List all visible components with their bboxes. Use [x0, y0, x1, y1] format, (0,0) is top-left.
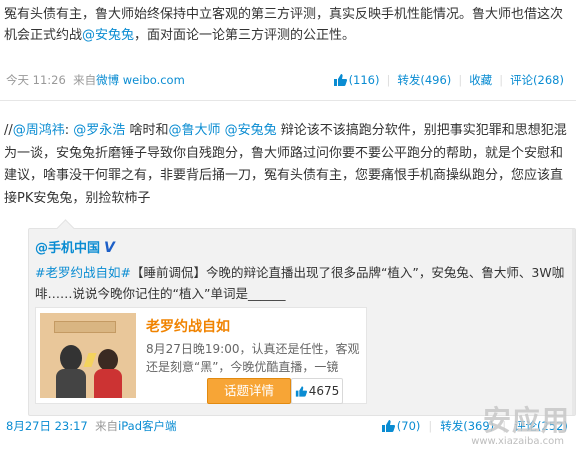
original-author[interactable]: @手机中国 V — [35, 237, 115, 256]
mention-link[interactable]: @安兔兔 — [82, 28, 134, 43]
thumbs-up-icon — [295, 386, 307, 397]
topic-description: 8月27日晚19:00，认真还是任性，客观还是刻意“黑”，今晚优酷直播，一镜 — [146, 342, 360, 374]
post-meta: 今天 11:26 来自微博 weibo.com (116) | 转发(496) … — [6, 72, 568, 90]
card-caret — [56, 219, 75, 238]
verified-badge-icon: V — [104, 240, 115, 256]
topic-like-button[interactable]: 4675 — [291, 378, 343, 404]
mention-link[interactable]: @罗永浩 — [73, 123, 125, 138]
divider: | — [458, 73, 463, 87]
watermark-url: www.xiazaiba.com — [471, 436, 564, 447]
source-prefix: 来自 — [95, 419, 119, 433]
thumbs-up-icon — [333, 74, 347, 86]
author-name[interactable]: @手机中国 — [35, 241, 100, 256]
like-button[interactable]: (70) — [381, 419, 421, 433]
mention-link[interactable]: @鲁大师 — [168, 123, 220, 138]
weibo-post-main: 冤有头债有主，鲁大师始终保持中立客观的第三方评测，真实反映手机性能情况。鲁大师也… — [4, 4, 570, 46]
divider: | — [428, 419, 433, 433]
source-link[interactable]: 微博 weibo.com — [96, 73, 185, 87]
original-post-actions: (70) | 转发(369) | 评论(252) — [381, 418, 568, 434]
post-actions: (116) | 转发(496) | 收藏 | 评论(268) — [333, 72, 564, 88]
source-prefix: 来自 — [73, 73, 97, 87]
poster-figure-left — [60, 345, 82, 371]
poster-figure-right-body — [94, 369, 122, 398]
like-count: (116) — [348, 73, 380, 87]
topic-poster-image[interactable] — [40, 313, 136, 398]
post-text-part: ，面对面论一论第三方评测的公正性。 — [134, 28, 356, 43]
original-post-card: @手机中国 V #老罗约战自如#【睡前调侃】今晚的辩论直播出现了很多品牌“植入”，… — [28, 219, 576, 416]
original-post-time[interactable]: 8月27日 23:17 — [6, 419, 88, 433]
repost-text: //@周鸿祎: @罗永浩 啥时和@鲁大师 @安兔兔 辩论该不该搞跑分软件，别把事… — [4, 120, 570, 210]
poster-figure-left-body — [56, 369, 86, 398]
divider: | — [386, 73, 391, 87]
repost-button[interactable]: 转发(369) — [440, 418, 494, 434]
repost-button[interactable]: 转发(496) — [397, 72, 451, 88]
topic-title[interactable]: 老罗约战自如 — [146, 316, 230, 336]
lightning-icon — [83, 353, 97, 367]
comment-button[interactable]: 评论(252) — [514, 418, 568, 434]
like-button[interactable]: (116) — [333, 73, 380, 87]
original-text: #老罗约战自如#【睡前调侃】今晚的辩论直播出现了很多品牌“植入”，安兔兔、鲁大师… — [35, 262, 570, 304]
source-link[interactable]: iPad客户端 — [118, 419, 176, 433]
repost-text-segment: // — [4, 123, 13, 138]
divider: | — [499, 73, 504, 87]
thumbs-up-icon — [381, 420, 395, 432]
post-divider — [0, 100, 576, 101]
mention-link[interactable]: @安兔兔 — [225, 123, 277, 138]
like-count: (70) — [396, 419, 421, 433]
favorite-button[interactable]: 收藏 — [469, 72, 492, 88]
poster-figure-right — [98, 349, 118, 371]
comment-button[interactable]: 评论(268) — [510, 72, 564, 88]
post-text: 冤有头债有主，鲁大师始终保持中立客观的第三方评测，真实反映手机性能情况。鲁大师也… — [4, 4, 570, 46]
poster-banner — [54, 321, 116, 333]
repost-text-segment: 啥时和 — [125, 123, 169, 138]
card-edge — [572, 229, 575, 415]
hashtag-link[interactable]: #老罗约战自如# — [35, 265, 131, 280]
divider: | — [502, 419, 507, 433]
topic-detail-button[interactable]: 话题详情 — [207, 378, 291, 404]
topic-like-count: 4675 — [308, 384, 340, 398]
original-post-meta: 8月27日 23:17 来自iPad客户端 (70) | 转发(369) | 评… — [6, 418, 572, 436]
post-time[interactable]: 今天 11:26 — [6, 73, 66, 87]
mention-link[interactable]: @周鸿祎 — [13, 123, 65, 138]
